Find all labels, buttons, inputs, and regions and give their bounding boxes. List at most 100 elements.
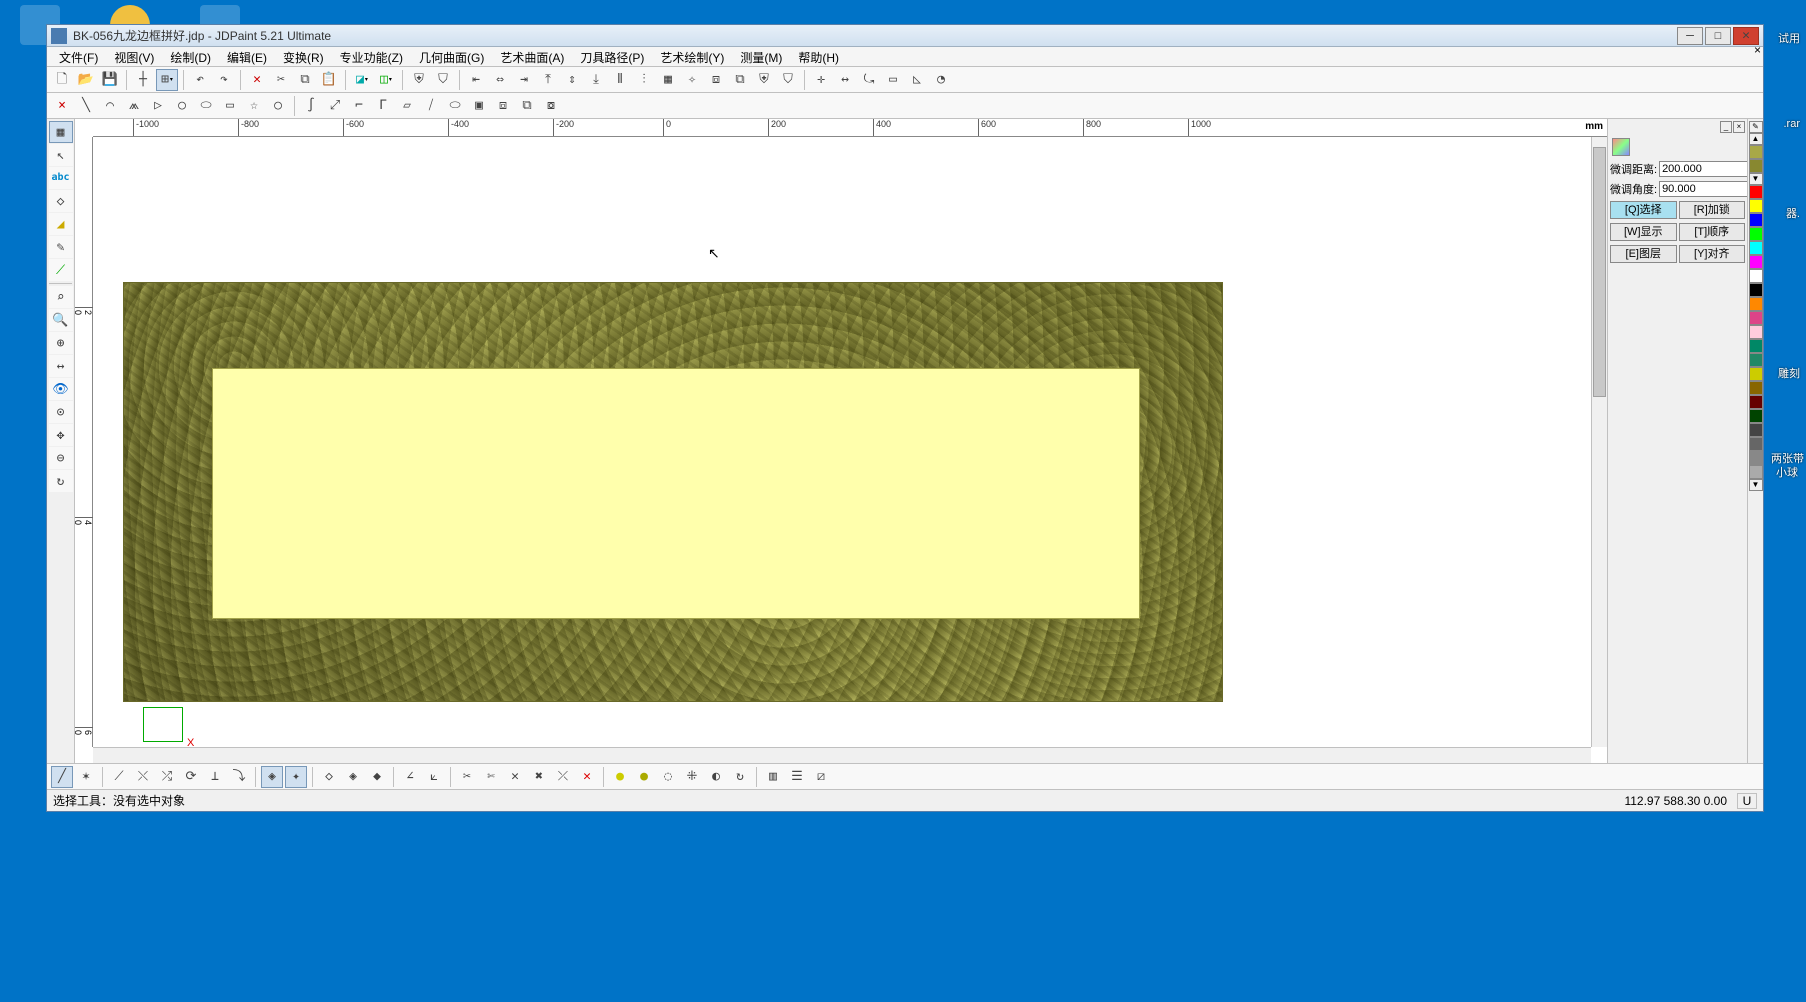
new-file-button[interactable]: 🗋 [51,69,73,91]
panel-show-button[interactable]: [W]显示 [1610,223,1677,241]
bt-angle1-button[interactable]: ∠ [399,766,421,788]
align-right-button[interactable]: ⇥ [513,69,535,91]
bt-delete-red-button[interactable]: ✕ [576,766,598,788]
color-swatch[interactable] [1749,283,1763,297]
scrollbar-thumb[interactable] [1593,147,1606,397]
color-preview-icon[interactable] [1612,138,1630,156]
bt-3d2-button[interactable]: ☰ [786,766,808,788]
align-center-h-button[interactable]: ⇔ [489,69,511,91]
ungroup-button[interactable]: ⧉ [729,69,751,91]
curve9-button[interactable]: ⧈ [492,95,514,117]
menu-transform[interactable]: 变换(R) [275,47,332,66]
color-swatch[interactable] [1749,409,1763,423]
snap-grid-button[interactable]: ⊞▾ [156,69,178,91]
close-button[interactable]: ✕ [1733,27,1759,45]
ellipse-tool-button[interactable]: ⬭ [195,95,217,117]
snap-point-button[interactable]: ┼ [132,69,154,91]
panel-lock-button[interactable]: [R]加锁 [1679,201,1746,219]
measure-arc-button[interactable]: ◔ [930,69,952,91]
text-tool-button[interactable]: abc [49,167,73,189]
measure-angle-button[interactable]: ⤿ [858,69,880,91]
color-swatch[interactable] [1749,381,1763,395]
bt-diamond1-button[interactable]: ◇ [318,766,340,788]
bt-break1-button[interactable]: ✕ [504,766,526,788]
menu-file[interactable]: 文件(F) [51,47,106,66]
undo-button[interactable]: ↶ [189,69,211,91]
select-tool-button[interactable]: ▦ [49,121,73,143]
curve2-button[interactable]: ⤢ [324,95,346,117]
menu-art-surface[interactable]: 艺术曲面(A) [492,47,572,66]
arrow-tool-button[interactable]: ▷ [147,95,169,117]
pan-tool-button[interactable]: ↔ [49,355,73,377]
zoom-tool-button[interactable]: 🔍 [49,309,73,331]
shield2-button[interactable]: ⛉ [432,69,454,91]
bt-cut1-button[interactable]: ✂ [456,766,478,788]
curve7-button[interactable]: ⬭ [444,95,466,117]
bt-span2-button[interactable]: ⤬ [132,766,154,788]
align-left-button[interactable]: ⇤ [465,69,487,91]
panel-order-button[interactable]: [T]顺序 [1679,223,1746,241]
panel-select-button[interactable]: [Q]选择 [1610,201,1677,219]
grid-align-button[interactable]: ▦ [657,69,679,91]
canvas[interactable]: X ↖ [93,137,1591,747]
pencil-tool-button[interactable]: ✎ [49,236,73,258]
color-swatch[interactable] [1749,311,1763,325]
palette-up-button[interactable]: ▲ [1749,133,1763,145]
group-button[interactable]: ⧈ [705,69,727,91]
line-tool-button[interactable]: ╲ [75,95,97,117]
center-button[interactable]: ✧ [681,69,703,91]
color-swatch[interactable] [1749,145,1763,159]
copy-button[interactable]: ⧉ [294,69,316,91]
bt-3d1-button[interactable]: ▥ [762,766,784,788]
distribute-v-button[interactable]: ⫶ [633,69,655,91]
bt-snap1-button[interactable]: ◈ [261,766,283,788]
delete-point-button[interactable]: × [51,95,73,117]
shape-tool-button[interactable]: ◇ [49,190,73,212]
arc-tool-button[interactable]: ⌒ [99,95,121,117]
bt-misc4-button[interactable]: ↻ [729,766,751,788]
scrollbar-horizontal[interactable] [93,747,1591,763]
bt-3d3-button[interactable]: ⧄ [810,766,832,788]
lock-fill-button[interactable]: ⛉ [777,69,799,91]
zoom-fit-button[interactable]: ⊙ [49,401,73,423]
bt-misc3-button[interactable]: ◐ [705,766,727,788]
curve5-button[interactable]: ▱ [396,95,418,117]
color-swatch[interactable] [1749,255,1763,269]
layer-button[interactable]: ◫▾ [375,69,397,91]
align-top-button[interactable]: ⤒ [537,69,559,91]
zoom-in-button[interactable]: ⊕ [49,332,73,354]
paste-button[interactable]: 📋 [318,69,340,91]
bt-diamond2-button[interactable]: ◈ [342,766,364,788]
bt-misc2-button[interactable]: ⁜ [681,766,703,788]
measure-tri-button[interactable]: ◺ [906,69,928,91]
color-swatch[interactable] [1749,395,1763,409]
color-swatch[interactable] [1749,213,1763,227]
bt-diamond3-button[interactable]: ◆ [366,766,388,788]
color-swatch[interactable] [1749,227,1763,241]
bt-perp-button[interactable]: ⊥ [204,766,226,788]
menu-help[interactable]: 帮助(H) [790,47,847,66]
color-swatch[interactable] [1749,437,1763,451]
bt-span3-button[interactable]: ⤮ [156,766,178,788]
measure-rect-button[interactable]: ▭ [882,69,904,91]
redo-button[interactable]: ↷ [213,69,235,91]
scrollbar-vertical[interactable] [1591,137,1607,747]
panel-layer-button[interactable]: [E]图层 [1610,245,1677,263]
maximize-button[interactable]: ☐ [1705,27,1731,45]
bt-break2-button[interactable]: ✖ [528,766,550,788]
color-swatch[interactable] [1749,241,1763,255]
menu-art-draw[interactable]: 艺术绘制(Y) [652,47,732,66]
zoom-area-button[interactable]: ⌕ [49,286,73,308]
polyline-tool-button[interactable]: ⩕ [123,95,145,117]
artwork-dragon-frame[interactable] [123,282,1223,702]
palette-down-button[interactable]: ▼ [1749,173,1763,185]
color-swatch[interactable] [1749,185,1763,199]
color-swatch[interactable] [1749,297,1763,311]
color-swatch[interactable] [1749,339,1763,353]
color-swatch[interactable] [1749,199,1763,213]
distribute-h-button[interactable]: ⫴ [609,69,631,91]
cut-button[interactable]: ✂ [270,69,292,91]
brush-tool-button[interactable]: ⟋ [49,259,73,281]
bt-snap2-button[interactable]: ✦ [285,766,307,788]
color-swatch[interactable] [1749,325,1763,339]
